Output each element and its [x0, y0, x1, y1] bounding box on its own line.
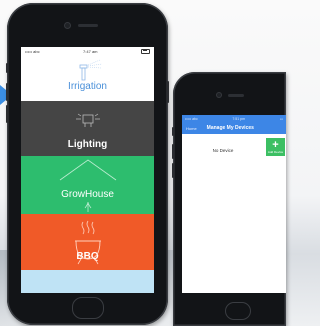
mute-switch [6, 63, 8, 73]
clock-text: 7:51 pm [232, 116, 246, 121]
front-camera [217, 93, 221, 97]
earpiece-speaker [78, 24, 98, 27]
navigation-bar: Home Manage My Devices [182, 122, 286, 134]
app-screen: ••••• abc 7:51 pm ▭ Home Manage My Devic… [182, 115, 286, 293]
bbq-icon [74, 220, 101, 265]
tile-bbq[interactable]: BBQ [21, 214, 154, 270]
carrier-text: ••••• abc [185, 116, 198, 121]
back-button[interactable]: Home [186, 126, 197, 131]
light-icon [75, 113, 100, 127]
tile-irrigation[interactable]: Irrigation [21, 55, 154, 101]
volume-up-button [172, 144, 174, 159]
phone-home-screen: ••••• abc 7:47 am Irrigation Lighting Gr… [6, 3, 169, 325]
volume-up-button [6, 83, 8, 101]
battery-icon: ▭ [279, 116, 283, 121]
tile-next[interactable] [21, 270, 154, 293]
mute-switch [172, 127, 174, 136]
status-bar: ••••• abc 7:47 am [21, 47, 154, 55]
tile-growhouse[interactable]: GrowHouse [21, 156, 154, 214]
tile-label-lighting: Lighting [67, 139, 108, 150]
greenhouse-icon [59, 159, 116, 212]
add-device-button[interactable]: + Add Device [266, 138, 285, 156]
plus-icon: + [272, 138, 279, 151]
home-button[interactable] [225, 302, 251, 320]
home-button[interactable] [72, 297, 104, 319]
phone-devices-screen: ••••• abc 7:51 pm ▭ Home Manage My Devic… [172, 72, 286, 326]
volume-down-button [6, 105, 8, 123]
app-screen: ••••• abc 7:47 am Irrigation Lighting Gr… [21, 47, 154, 293]
battery-icon [140, 48, 150, 54]
add-device-label: Add Device [267, 149, 284, 154]
tile-label-irrigation: Irrigation [68, 81, 107, 92]
device-list: No Device + Add Device [182, 134, 286, 293]
carrier-text: ••••• abc [25, 48, 40, 54]
earpiece-speaker [228, 94, 244, 97]
page-title: Manage My Devices [206, 125, 254, 131]
sprinkler-icon [79, 59, 102, 81]
front-camera [65, 23, 70, 28]
clock-text: 7:47 am [83, 48, 98, 54]
empty-state-text: No Device [212, 148, 234, 153]
volume-down-button [172, 163, 174, 178]
status-bar: ••••• abc 7:51 pm ▭ [182, 115, 286, 122]
power-button [167, 81, 169, 103]
tile-lighting[interactable]: Lighting [21, 101, 154, 156]
